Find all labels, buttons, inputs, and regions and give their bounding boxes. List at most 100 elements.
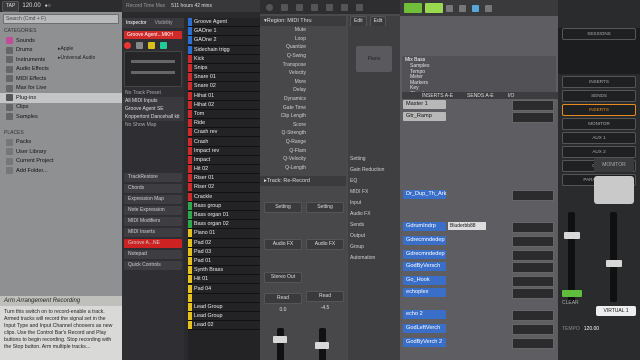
track-row[interactable]: Snips bbox=[188, 64, 260, 74]
smart-controls-icon[interactable] bbox=[326, 3, 333, 11]
record-arm-icon[interactable] bbox=[124, 42, 131, 49]
virtual-channel-label[interactable]: VIRTUAL 1 bbox=[596, 306, 636, 316]
aux1-button[interactable]: AUX 1 bbox=[562, 132, 636, 144]
mute-icon[interactable] bbox=[148, 42, 155, 49]
category-plug-ins[interactable]: Plug-ins bbox=[0, 93, 122, 103]
tab-inspector[interactable]: Inspector bbox=[122, 20, 151, 26]
io-selector[interactable] bbox=[512, 338, 554, 349]
channel-fader-2[interactable] bbox=[610, 212, 617, 302]
section-midi-modifiers[interactable]: MIDI Modifiers bbox=[124, 217, 182, 226]
track-row[interactable]: Impact bbox=[188, 155, 260, 165]
inspector-icon[interactable] bbox=[281, 3, 288, 11]
edit-button[interactable]: Edit bbox=[350, 16, 367, 26]
track-row[interactable]: Impact rev bbox=[188, 146, 260, 156]
track-row[interactable]: GAOne 1 bbox=[188, 27, 260, 37]
category-samples[interactable]: Samples bbox=[0, 112, 122, 122]
protools-track-name[interactable]: echo 2 bbox=[403, 310, 446, 319]
protools-track-name[interactable]: Gdrecmndedep bbox=[403, 236, 446, 245]
tempo-value[interactable]: 120.00 bbox=[22, 3, 40, 9]
section-note-expression[interactable]: Note Expression bbox=[124, 206, 182, 215]
track-row[interactable]: Groove Agent bbox=[188, 18, 260, 28]
track-row[interactable]: Sidechain trigg bbox=[188, 45, 260, 55]
section-groove-agent[interactable]: Groove A...NE bbox=[124, 239, 182, 248]
track-row[interactable]: Hit 02 bbox=[188, 165, 260, 175]
region-param[interactable]: Quantize bbox=[264, 43, 346, 52]
midi-input-selector[interactable]: All MIDI Inputs bbox=[122, 97, 184, 105]
aux2-button[interactable]: AUX 2 bbox=[562, 146, 636, 158]
monitor-knob[interactable] bbox=[594, 176, 634, 204]
track-row[interactable]: Bass organ 02 bbox=[188, 220, 260, 230]
inserts-view-button[interactable]: INSERTS bbox=[562, 76, 636, 88]
section-track-restore[interactable]: TrackRestore bbox=[124, 173, 182, 182]
track-row[interactable]: Piano 01 bbox=[188, 229, 260, 239]
protools-track-name[interactable]: GodByVerch 2 bbox=[403, 338, 446, 347]
track-row[interactable]: Bass organ 01 bbox=[188, 211, 260, 221]
place-user-library[interactable]: User Library bbox=[0, 147, 122, 157]
region-param[interactable]: Clip Length bbox=[264, 112, 346, 121]
setting-button[interactable]: Setting bbox=[264, 202, 302, 213]
channel-fader-1[interactable] bbox=[568, 212, 575, 302]
automation-read[interactable]: Read bbox=[264, 293, 302, 304]
section-notepad[interactable]: Notepad bbox=[124, 250, 182, 259]
region-param[interactable]: Q-Length bbox=[264, 164, 346, 173]
region-header[interactable]: ▾ Region: MIDI Thru bbox=[260, 16, 346, 26]
place-current-project[interactable]: Current Project bbox=[0, 157, 122, 167]
section-chords[interactable]: Chords bbox=[124, 184, 182, 193]
fader-cap-2[interactable] bbox=[606, 260, 622, 267]
tap-tempo-button[interactable]: TAP bbox=[2, 0, 20, 12]
plugin-folder-apple[interactable]: ▸ Apple bbox=[58, 44, 95, 53]
edit-button-2[interactable]: Edit bbox=[369, 16, 387, 26]
track-row[interactable]: Synth Brass bbox=[188, 266, 260, 276]
region-param[interactable]: Q-Range bbox=[264, 138, 346, 147]
place-packs[interactable]: Packs bbox=[0, 138, 122, 148]
io-selector[interactable] bbox=[512, 288, 554, 299]
region-param[interactable]: Loop bbox=[264, 35, 346, 44]
pan-slider[interactable] bbox=[131, 71, 175, 74]
monitor-icon[interactable] bbox=[136, 42, 143, 49]
mixer-icon[interactable] bbox=[341, 3, 348, 11]
io-selector[interactable] bbox=[512, 236, 554, 247]
track-row[interactable]: Tom bbox=[188, 109, 260, 120]
instrument-icon[interactable]: Piano bbox=[356, 46, 392, 72]
library-icon[interactable] bbox=[266, 3, 273, 11]
io-selector[interactable] bbox=[512, 310, 554, 321]
io-selector[interactable] bbox=[512, 262, 554, 273]
region-param[interactable]: Mute bbox=[264, 26, 346, 35]
track-row[interactable]: Lead 02 bbox=[188, 321, 260, 331]
clear-button[interactable] bbox=[562, 290, 582, 297]
track-row[interactable] bbox=[188, 293, 260, 303]
inserts-active-button[interactable]: INSERTS bbox=[562, 104, 636, 116]
browser-search-input[interactable]: Search (Cmd + F) bbox=[3, 14, 119, 24]
toolbar-icon[interactable] bbox=[311, 3, 318, 11]
protools-track-name[interactable]: Gtr_Ramp bbox=[403, 112, 446, 121]
region-param[interactable]: Gate Time bbox=[264, 103, 346, 112]
track-row[interactable]: Lead Group bbox=[188, 302, 260, 312]
drum-map-selector[interactable]: No Show Map bbox=[122, 121, 184, 129]
sessions-button[interactable]: SESSIONS bbox=[562, 28, 636, 40]
track-row[interactable]: Riser 02 bbox=[188, 183, 260, 193]
place-add-folder[interactable]: Add Folder... bbox=[0, 166, 122, 176]
category-clips[interactable]: Clips bbox=[0, 103, 122, 113]
tab-visibility[interactable]: Visibility bbox=[151, 20, 177, 26]
track-row[interactable]: Riser 01 bbox=[188, 174, 260, 184]
audio-fx-slot[interactable]: Audio FX bbox=[306, 239, 344, 250]
track-row[interactable]: Kick bbox=[188, 54, 260, 64]
section-quick-controls[interactable]: Quick Controls bbox=[124, 261, 182, 270]
zoom-button[interactable] bbox=[425, 3, 443, 13]
protools-track-name[interactable]: Gdrecmndedep bbox=[403, 250, 446, 259]
protools-track-name[interactable]: Master 1 bbox=[403, 100, 446, 109]
sends-view-button[interactable]: SENDS bbox=[562, 90, 636, 102]
region-param[interactable]: Q-Flam bbox=[264, 146, 346, 155]
protools-track-name[interactable]: Dr_Dup_Th_Ark bbox=[403, 190, 446, 199]
track-row[interactable]: Hihat 01 bbox=[188, 91, 260, 101]
fader-cap[interactable] bbox=[273, 336, 287, 343]
section-expression-map[interactable]: Expression Map bbox=[124, 195, 182, 204]
protools-track-name[interactable]: Go_Hook bbox=[403, 276, 446, 285]
automation-read[interactable]: Read bbox=[306, 291, 344, 302]
track-row[interactable]: Pad 04 bbox=[188, 284, 260, 294]
track-row[interactable]: Pad 03 bbox=[188, 247, 260, 257]
io-selector[interactable] bbox=[512, 324, 554, 335]
track-row[interactable]: Crash bbox=[188, 137, 260, 147]
plugin-folder-universal-audio[interactable]: ▸ Universal Audio bbox=[58, 53, 95, 62]
io-selector[interactable] bbox=[512, 100, 554, 111]
